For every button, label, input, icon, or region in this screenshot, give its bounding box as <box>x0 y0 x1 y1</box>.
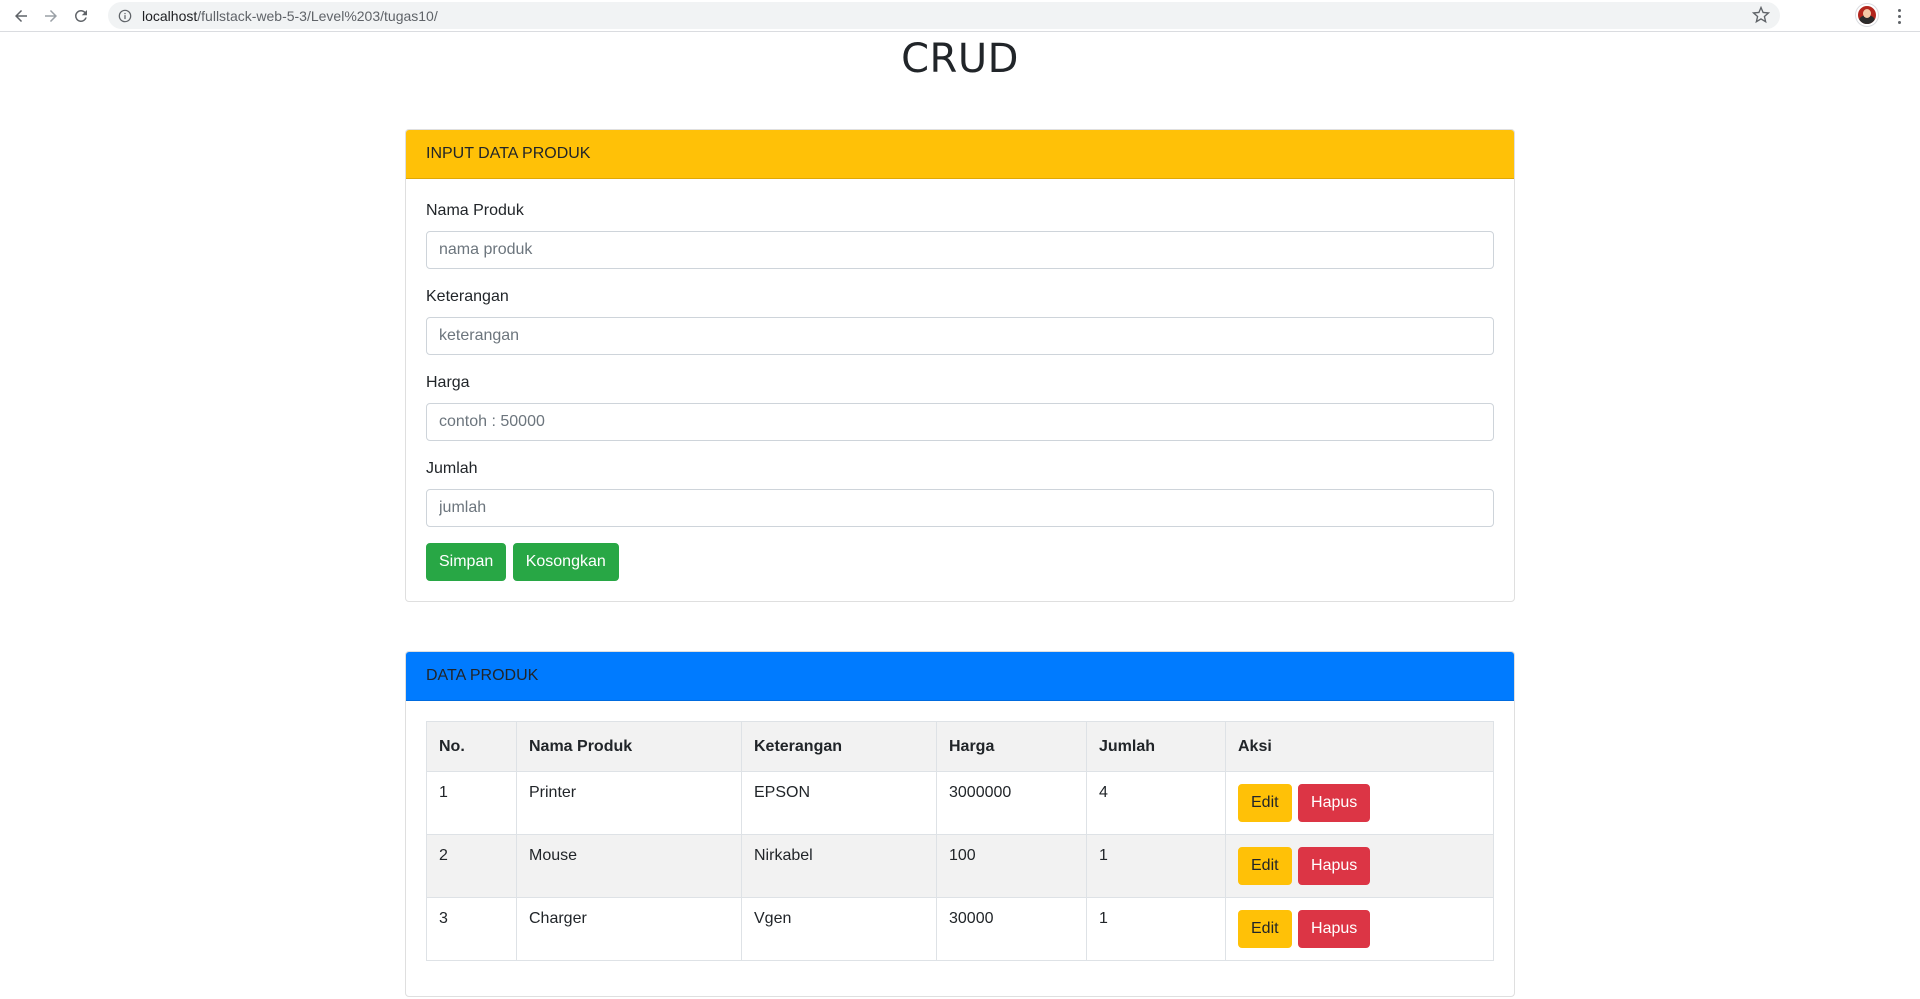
nama-produk-input[interactable] <box>426 231 1494 269</box>
input-form: Nama Produk Keterangan Harga Jumlah Simp… <box>406 179 1514 601</box>
simpan-button[interactable]: Simpan <box>426 543 507 581</box>
hapus-button[interactable]: Hapus <box>1298 784 1371 822</box>
produk-table: No. Nama Produk Keterangan Harga Jumlah … <box>426 721 1494 961</box>
cell-jumlah: 4 <box>1086 771 1226 835</box>
data-produk-card: DATA PRODUK No. Nama Produk Keterangan H… <box>405 651 1515 997</box>
harga-label: Harga <box>426 374 470 391</box>
edit-button[interactable]: Edit <box>1238 784 1292 822</box>
cell-jumlah: 1 <box>1086 897 1226 961</box>
jumlah-input[interactable] <box>426 489 1494 527</box>
column-header-no: No. <box>426 721 517 772</box>
keterangan-input[interactable] <box>426 317 1494 355</box>
cell-harga: 30000 <box>936 897 1087 961</box>
url-path: /fullstack-web-5-3/Level%203/tugas10/ <box>197 7 438 24</box>
cell-harga: 100 <box>936 834 1087 898</box>
data-produk-header: DATA PRODUK <box>406 652 1514 701</box>
edit-button[interactable]: Edit <box>1238 847 1292 885</box>
cell-nama-produk: Charger <box>516 897 742 961</box>
cell-nama-produk: Printer <box>516 771 742 835</box>
keterangan-label: Keterangan <box>426 288 509 305</box>
cell-keterangan: Nirkabel <box>741 834 937 898</box>
column-header-harga: Harga <box>936 721 1087 772</box>
cell-jumlah: 1 <box>1086 834 1226 898</box>
url-text: localhost/fullstack-web-5-3/Level%203/tu… <box>142 8 438 24</box>
input-card: INPUT DATA PRODUK Nama Produk Keterangan… <box>405 129 1515 602</box>
nama-produk-label: Nama Produk <box>426 202 524 219</box>
info-icon[interactable] <box>118 9 132 23</box>
cell-no: 2 <box>426 834 517 898</box>
page-title: CRUD <box>901 36 1019 82</box>
cell-nama-produk: Mouse <box>516 834 742 898</box>
cell-no: 1 <box>426 771 517 835</box>
profile-avatar[interactable] <box>1856 4 1878 26</box>
browser-toolbar: localhost/fullstack-web-5-3/Level%203/tu… <box>0 0 1920 32</box>
harga-input[interactable] <box>426 403 1494 441</box>
table-header-row: No. Nama Produk Keterangan Harga Jumlah … <box>426 721 1494 772</box>
kosongkan-button[interactable]: Kosongkan <box>512 543 619 581</box>
form-actions: Simpan Kosongkan <box>426 543 1494 581</box>
back-arrow-icon[interactable] <box>6 2 36 30</box>
input-card-header: INPUT DATA PRODUK <box>406 130 1514 179</box>
url-host: localhost <box>142 7 198 24</box>
cell-keterangan: Vgen <box>741 897 937 961</box>
table-row: 3 Charger Vgen 30000 1 Edit Hapus <box>426 897 1494 961</box>
edit-button[interactable]: Edit <box>1238 910 1292 948</box>
address-bar[interactable]: localhost/fullstack-web-5-3/Level%203/tu… <box>108 2 1780 29</box>
more-menu-icon[interactable] <box>1891 5 1907 27</box>
forward-arrow-icon[interactable] <box>36 2 66 30</box>
column-header-keterangan: Keterangan <box>741 721 937 772</box>
hapus-button[interactable]: Hapus <box>1298 910 1371 948</box>
table-row: 1 Printer EPSON 3000000 4 Edit Hapus <box>426 771 1494 835</box>
jumlah-label: Jumlah <box>426 460 478 477</box>
cell-harga: 3000000 <box>936 771 1087 835</box>
table-row: 2 Mouse Nirkabel 100 1 Edit Hapus <box>426 834 1494 898</box>
cell-aksi: Edit Hapus <box>1225 771 1494 835</box>
cell-keterangan: EPSON <box>741 771 937 835</box>
bookmark-star-icon[interactable] <box>1751 5 1771 24</box>
cell-no: 3 <box>426 897 517 961</box>
cell-aksi: Edit Hapus <box>1225 897 1494 961</box>
column-header-jumlah: Jumlah <box>1086 721 1226 772</box>
column-header-aksi: Aksi <box>1225 721 1494 772</box>
hapus-button[interactable]: Hapus <box>1298 847 1371 885</box>
cell-aksi: Edit Hapus <box>1225 834 1494 898</box>
reload-icon[interactable] <box>66 2 96 30</box>
column-header-nama-produk: Nama Produk <box>516 721 742 772</box>
